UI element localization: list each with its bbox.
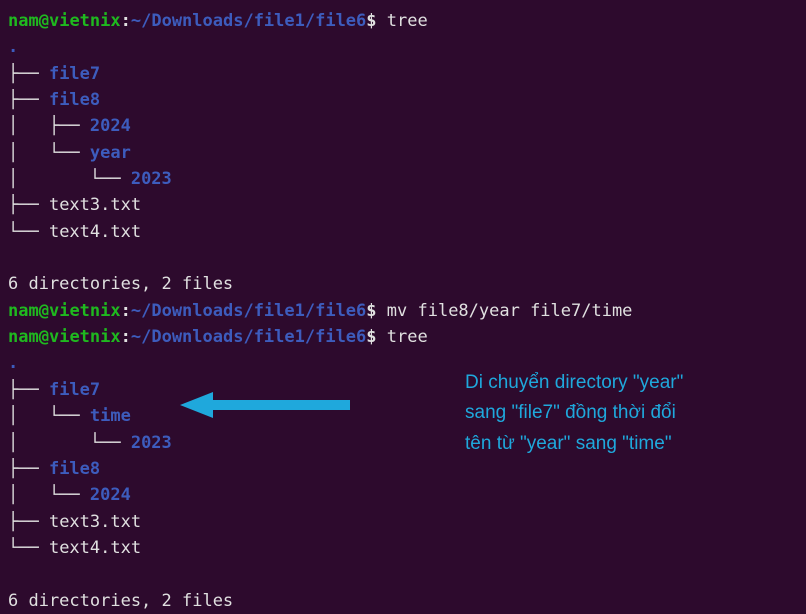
prompt-colon: : <box>121 327 131 347</box>
tree1-2023: │ └── 2023 <box>8 166 798 192</box>
summary-1: 6 directories, 2 files <box>8 271 798 297</box>
tree1-root: . <box>8 34 798 60</box>
prompt-at: @ <box>39 301 49 321</box>
annotation-box: Di chuyển directory "year" sang "file7" … <box>465 368 683 459</box>
prompt-dollar: $ <box>366 11 376 31</box>
tree1-2024: │ ├── 2024 <box>8 113 798 139</box>
annotation-line-1: Di chuyển directory "year" <box>465 368 683 398</box>
command-3: tree <box>387 327 428 347</box>
prompt-path: ~/Downloads/file1/file6 <box>131 327 366 347</box>
prompt-line-3[interactable]: nam@vietnix:~/Downloads/file1/file6$ tre… <box>8 324 798 350</box>
prompt-path: ~/Downloads/file1/file6 <box>131 11 366 31</box>
prompt-user: nam <box>8 327 39 347</box>
prompt-host: vietnix <box>49 327 121 347</box>
tree2-text3: ├── text3.txt <box>8 509 798 535</box>
tree1-file7: ├── file7 <box>8 61 798 87</box>
prompt-host: vietnix <box>49 301 121 321</box>
prompt-user: nam <box>8 301 39 321</box>
prompt-dollar: $ <box>366 301 376 321</box>
command-2: mv file8/year file7/time <box>387 301 633 321</box>
prompt-dollar: $ <box>366 327 376 347</box>
prompt-path: ~/Downloads/file1/file6 <box>131 301 366 321</box>
tree2-file8: ├── file8 <box>8 456 798 482</box>
prompt-colon: : <box>121 11 131 31</box>
prompt-at: @ <box>39 11 49 31</box>
command-1: tree <box>387 11 428 31</box>
prompt-line-1[interactable]: nam@vietnix:~/Downloads/file1/file6$ tre… <box>8 8 798 34</box>
annotation-line-2: sang "file7" đồng thời đổi <box>465 398 683 428</box>
blank-2 <box>8 561 798 587</box>
prompt-at: @ <box>39 327 49 347</box>
annotation-line-3: tên từ "year" sang "time" <box>465 429 683 459</box>
prompt-user: nam <box>8 11 39 31</box>
prompt-host: vietnix <box>49 11 121 31</box>
tree2-text4: └── text4.txt <box>8 535 798 561</box>
prompt-line-2[interactable]: nam@vietnix:~/Downloads/file1/file6$ mv … <box>8 298 798 324</box>
tree2-2024: │ └── 2024 <box>8 482 798 508</box>
blank-1 <box>8 245 798 271</box>
tree1-year: │ └── year <box>8 140 798 166</box>
tree1-text4: └── text4.txt <box>8 219 798 245</box>
tree1-file8: ├── file8 <box>8 87 798 113</box>
summary-2: 6 directories, 2 files <box>8 588 798 614</box>
tree1-text3: ├── text3.txt <box>8 192 798 218</box>
prompt-colon: : <box>121 301 131 321</box>
